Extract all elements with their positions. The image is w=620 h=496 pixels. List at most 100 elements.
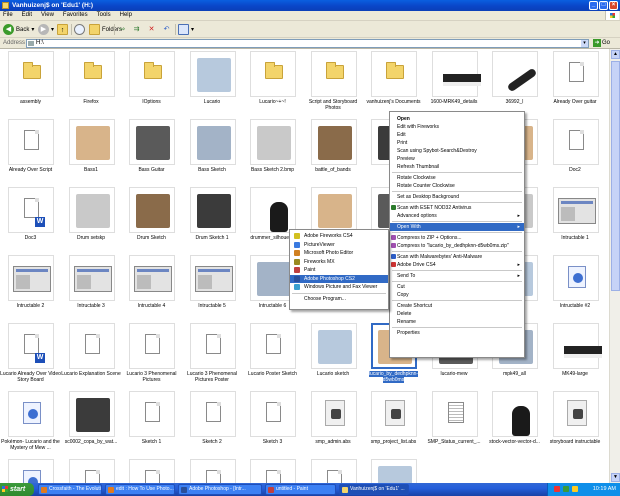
open-with-item-paint[interactable]: Paint	[290, 266, 388, 274]
word-badge-icon: W	[35, 353, 45, 363]
close-button[interactable]: ×	[609, 1, 618, 10]
context-menu-item-copy[interactable]: Copy	[390, 291, 524, 299]
file-label: Lucario	[182, 99, 243, 105]
menu-item-label: Delete	[397, 311, 412, 317]
folder-icon	[144, 62, 162, 79]
scroll-down-button[interactable]: ▼	[611, 473, 620, 482]
menu-view[interactable]: View	[41, 11, 54, 20]
context-menu-item-rename[interactable]: Rename	[390, 318, 524, 326]
menu-tools[interactable]: Tools	[97, 11, 111, 20]
menu-help[interactable]: Help	[120, 11, 132, 20]
menu-item-label: Windows Picture and Fax Viewer	[304, 284, 378, 290]
context-menu-item-create-shortcut[interactable]: Create Shortcut	[390, 302, 524, 310]
context-menu-item-refresh-thumbnail[interactable]: Refresh Thumbnail	[390, 163, 524, 171]
menu-item-label: Rename	[397, 319, 416, 325]
scroll-up-button[interactable]: ▲	[611, 50, 620, 59]
copy-to-button[interactable]: ⇉	[131, 23, 142, 36]
undo-button[interactable]: ↶	[161, 23, 172, 36]
open-with-item-windows-picture-and-fax-viewer[interactable]: Windows Picture and Fax Viewer	[290, 283, 388, 291]
thumbnail	[492, 51, 538, 97]
menu-item-label: Compress to ZIP + Options...	[397, 235, 462, 241]
open-with-item-pictureviewer[interactable]: PictureViewer	[290, 241, 388, 249]
taskbar-button[interactable]: edit : How To Use Photo...	[105, 484, 175, 495]
file-label-text: battle_of_bands	[315, 167, 351, 173]
open-with-item-choose-program[interactable]: Choose Program...	[290, 295, 388, 303]
open-with-item-fireworks-mx[interactable]: Fireworks MX	[290, 258, 388, 266]
thumbnail	[492, 391, 538, 437]
context-menu-item-rotate-clockwise[interactable]: Rotate Clockwise	[390, 174, 524, 182]
chevron-down-icon: ▾	[191, 27, 195, 33]
data-file-icon	[324, 400, 345, 426]
file-label: 1600-MRK49_details	[424, 99, 485, 105]
menu-file[interactable]: File	[3, 11, 13, 20]
scroll-thumb[interactable]	[611, 61, 620, 291]
menu-item-icon	[391, 205, 396, 210]
go-button[interactable]: ➜ Go	[593, 39, 610, 47]
context-menu-item-print[interactable]: Print	[390, 139, 524, 147]
context-menu-item-open[interactable]: Open	[390, 115, 524, 123]
context-menu-item-adobe-drive-cs4[interactable]: Adobe Drive CS4 ▸	[390, 261, 524, 269]
vertical-scrollbar[interactable]: ▲ ▼	[609, 49, 620, 483]
context-menu-item-scan-with-eset-nod32-antivirus[interactable]: Scan with ESET NOD32 Antivirus	[390, 204, 524, 212]
tray-app-icon[interactable]	[554, 486, 560, 492]
context-menu-item-edit[interactable]: Edit	[390, 131, 524, 139]
keyboard-icon	[563, 346, 602, 358]
address-input[interactable]: H:\ ▾	[26, 39, 589, 48]
image-thumbnail-icon	[257, 262, 291, 296]
context-menu-item-compress-to-zip-options[interactable]: Compress to ZIP + Options...	[390, 234, 524, 242]
context-menu-item-send-to[interactable]: Send To ▸	[390, 272, 524, 280]
taskbar-button-label: Crossfaith - The Evolutio...	[49, 486, 102, 492]
move-to-button[interactable]: ⇨	[117, 23, 128, 36]
views-button[interactable]: ▾	[178, 23, 194, 36]
context-menu-item-preview[interactable]: Preview	[390, 155, 524, 163]
context-menu-item-set-as-desktop-background[interactable]: Set as Desktop Background	[390, 193, 524, 201]
context-menu-item-delete[interactable]: Delete	[390, 310, 524, 318]
taskbar-button[interactable]: untitled - Paint	[265, 484, 336, 495]
context-menu-item-rotate-counter-clockwise[interactable]: Rotate Counter Clockwise	[390, 182, 524, 190]
screenshot-image-icon	[13, 266, 51, 292]
forward-button[interactable]: ▶ ▾	[38, 23, 54, 36]
menu-favorites[interactable]: Favorites	[63, 11, 88, 20]
minimize-button[interactable]: _	[589, 1, 598, 10]
file-label: stock-vector-vector-d...	[484, 439, 545, 445]
file-label: Lucario~+~!	[242, 99, 303, 105]
taskbar-button[interactable]: Adobe Photoshop - [Intr...	[178, 484, 262, 495]
open-with-item-microsoft-photo-editor[interactable]: Microsoft Photo Editor	[290, 249, 388, 257]
file-label-text: Lucario Poster Sketch	[248, 371, 297, 377]
taskbar-button[interactable]: Vanhuizenj$ on 'Edu1' ...	[339, 484, 409, 495]
search-button[interactable]	[74, 23, 85, 36]
context-menu-item-properties[interactable]: Properties	[390, 329, 524, 337]
file-label-text: Intructable 6	[258, 303, 287, 309]
menu-item-label: Choose Program...	[304, 295, 346, 302]
address-label: Address	[3, 40, 26, 46]
taskbar-button[interactable]: Crossfaith - The Evolutio...	[38, 484, 102, 495]
thumbnail	[8, 459, 54, 483]
thumbnail	[310, 187, 357, 233]
open-with-item-adobe-photoshop-cs2[interactable]: Adobe Photoshop CS2	[290, 274, 388, 283]
back-button[interactable]: ◀ Back ▾	[3, 23, 34, 36]
context-menu-item-advanced-options[interactable]: Advanced options ▸	[390, 212, 524, 220]
document-icon	[145, 334, 160, 354]
file-label-text: Bass Sketch	[198, 167, 226, 173]
up-button[interactable]: ↑	[57, 23, 68, 36]
delete-button[interactable]: ✕	[146, 23, 157, 36]
image-thumbnail-icon	[317, 330, 352, 364]
file-label-text: Lucario	[203, 99, 221, 105]
image-thumbnail-icon	[136, 194, 170, 228]
open-with-item-adobe-fireworks-cs4[interactable]: Adobe Fireworks CS4	[290, 232, 388, 240]
file-label: 36992_l	[484, 99, 545, 105]
maximize-button[interactable]: □	[599, 1, 608, 10]
context-menu-item-open-with[interactable]: Open With ▸	[390, 223, 524, 231]
context-menu-item-scan-with-malwarebytes-anti-malware[interactable]: Scan with Malwarebytes' Anti-Malware	[390, 253, 524, 261]
context-menu-item-compress-to-lucario-by-dedhpknn-d5wb0ms-zip[interactable]: Compress to "lucario_by_dedhpknn-d5wb0ms…	[390, 242, 524, 250]
menu-item-label: Copy	[397, 292, 409, 298]
address-dropdown-button[interactable]: ▾	[581, 40, 588, 47]
context-menu-item-edit-with-fireworks[interactable]: Edit with Fireworks	[390, 123, 524, 131]
context-menu-item-scan-using-spybot-search-destroy[interactable]: Scan using Spybot-Search&Destroy	[390, 147, 524, 155]
context-menu-item-cut[interactable]: Cut	[390, 283, 524, 291]
tray-network-icon[interactable]	[572, 486, 578, 492]
start-button[interactable]: start	[0, 483, 34, 496]
open-with-submenu: Adobe Fireworks CS4 PictureViewer Microsof…	[289, 229, 389, 310]
menu-edit[interactable]: Edit	[22, 11, 32, 20]
tray-antivirus-icon[interactable]	[563, 486, 569, 492]
